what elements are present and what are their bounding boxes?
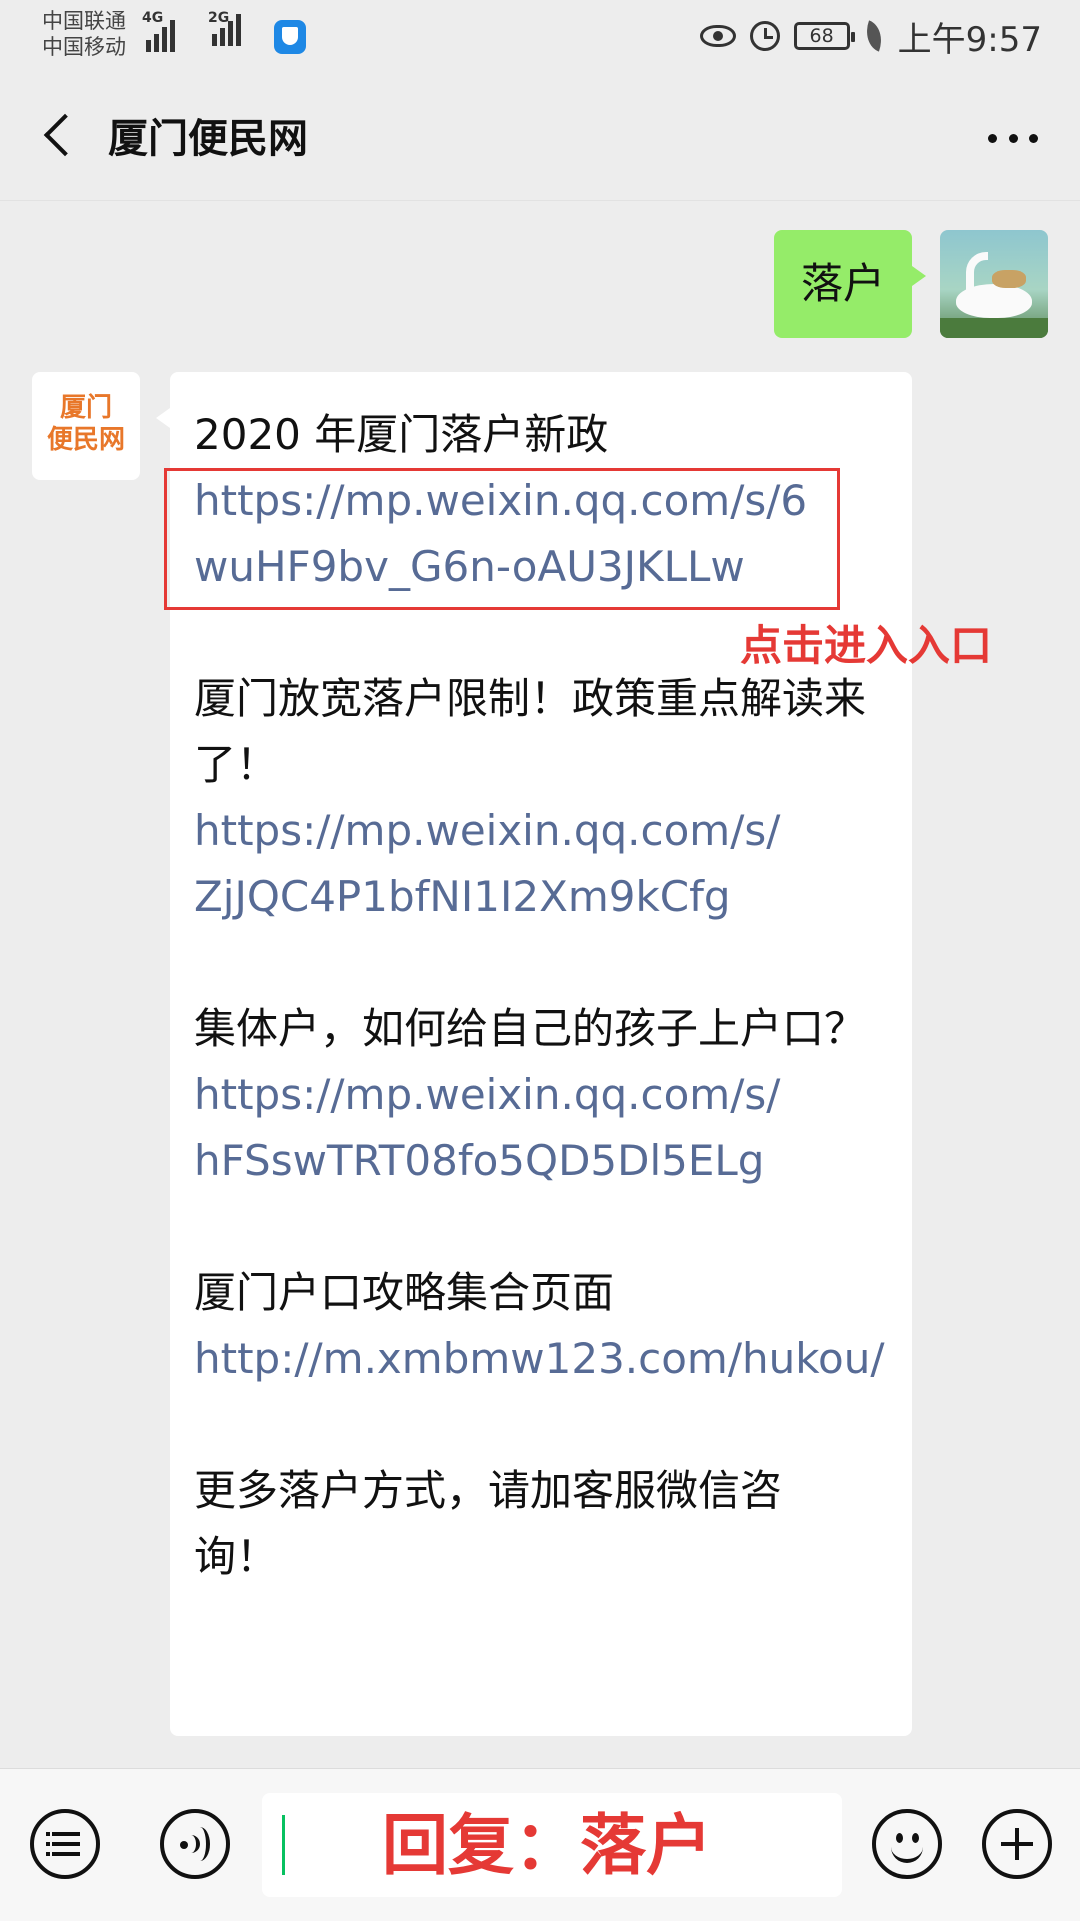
eye-comfort-icon (699, 25, 736, 47)
alarm-icon (749, 21, 780, 51)
title-bar: 厦门便民网 (0, 72, 1080, 201)
carrier-names: 中国联通 中国移动 (42, 8, 126, 60)
item-heading: 厦门户口攻略集合页面 (194, 1268, 615, 1317)
battery-icon: 68 (793, 22, 855, 50)
network-2-label: 2G (208, 10, 230, 26)
avatar-text-line1: 厦门 (59, 393, 112, 423)
click-entry-annotation: 点击进入入口 (740, 621, 993, 670)
reply-hint-annotation: 回复：落户 (382, 1806, 712, 1884)
chat-title: 厦门便民网 (108, 116, 308, 162)
network-1-label: 4G (142, 10, 164, 26)
outgoing-message-bubble[interactable]: 落户 (774, 230, 926, 338)
voice-icon[interactable] (160, 1809, 230, 1879)
carrier-1: 中国联通 (42, 9, 126, 33)
emoji-icon[interactable] (872, 1809, 942, 1879)
item-link[interactable]: https://mp.weixin.qq.com/s/hFSswTRT08fo5… (194, 1062, 794, 1194)
item-link[interactable]: https://mp.weixin.qq.com/s/ZjJQC4P1bfNI1… (194, 798, 794, 930)
signal-1-icon: 4G (142, 10, 175, 52)
input-bar: 回复：落户 (0, 1768, 1080, 1921)
highlight-box (164, 468, 840, 610)
power-saving-leaf-icon (859, 20, 888, 52)
item-heading: 2020 年厦门落户新政 (194, 410, 609, 459)
status-bar: 中国联通 中国移动 4G 2G 68 上午9:57 (0, 0, 1080, 72)
carrier-2: 中国移动 (42, 35, 126, 59)
back-arrow-icon[interactable] (40, 114, 80, 158)
item-heading: 集体户，如何给自己的孩子上户口？ (194, 1004, 867, 1053)
message-input[interactable]: 回复：落户 (262, 1793, 842, 1897)
footer-text: 更多落户方式，请加客服微信咨询！ (194, 1466, 783, 1581)
avatar-text-line2: 便民网 (46, 425, 125, 455)
item-link[interactable]: http://m.xmbmw123.com/hukou/ (194, 1326, 888, 1392)
menu-icon[interactable] (30, 1809, 100, 1879)
official-account-avatar[interactable]: 厦门 便民网 (32, 372, 140, 480)
signal-2-icon: 2G (208, 10, 241, 46)
plus-icon[interactable] (982, 1809, 1052, 1879)
security-shield-icon (274, 20, 306, 54)
more-options-icon[interactable] (988, 134, 1038, 144)
status-time: 上午9:57 (897, 19, 1042, 60)
item-heading: 厦门放宽落户限制！政策重点解读来了！ (194, 674, 867, 789)
status-right: 68 上午9:57 (699, 14, 1042, 60)
text-caret (282, 1815, 285, 1875)
my-avatar[interactable] (940, 230, 1048, 338)
